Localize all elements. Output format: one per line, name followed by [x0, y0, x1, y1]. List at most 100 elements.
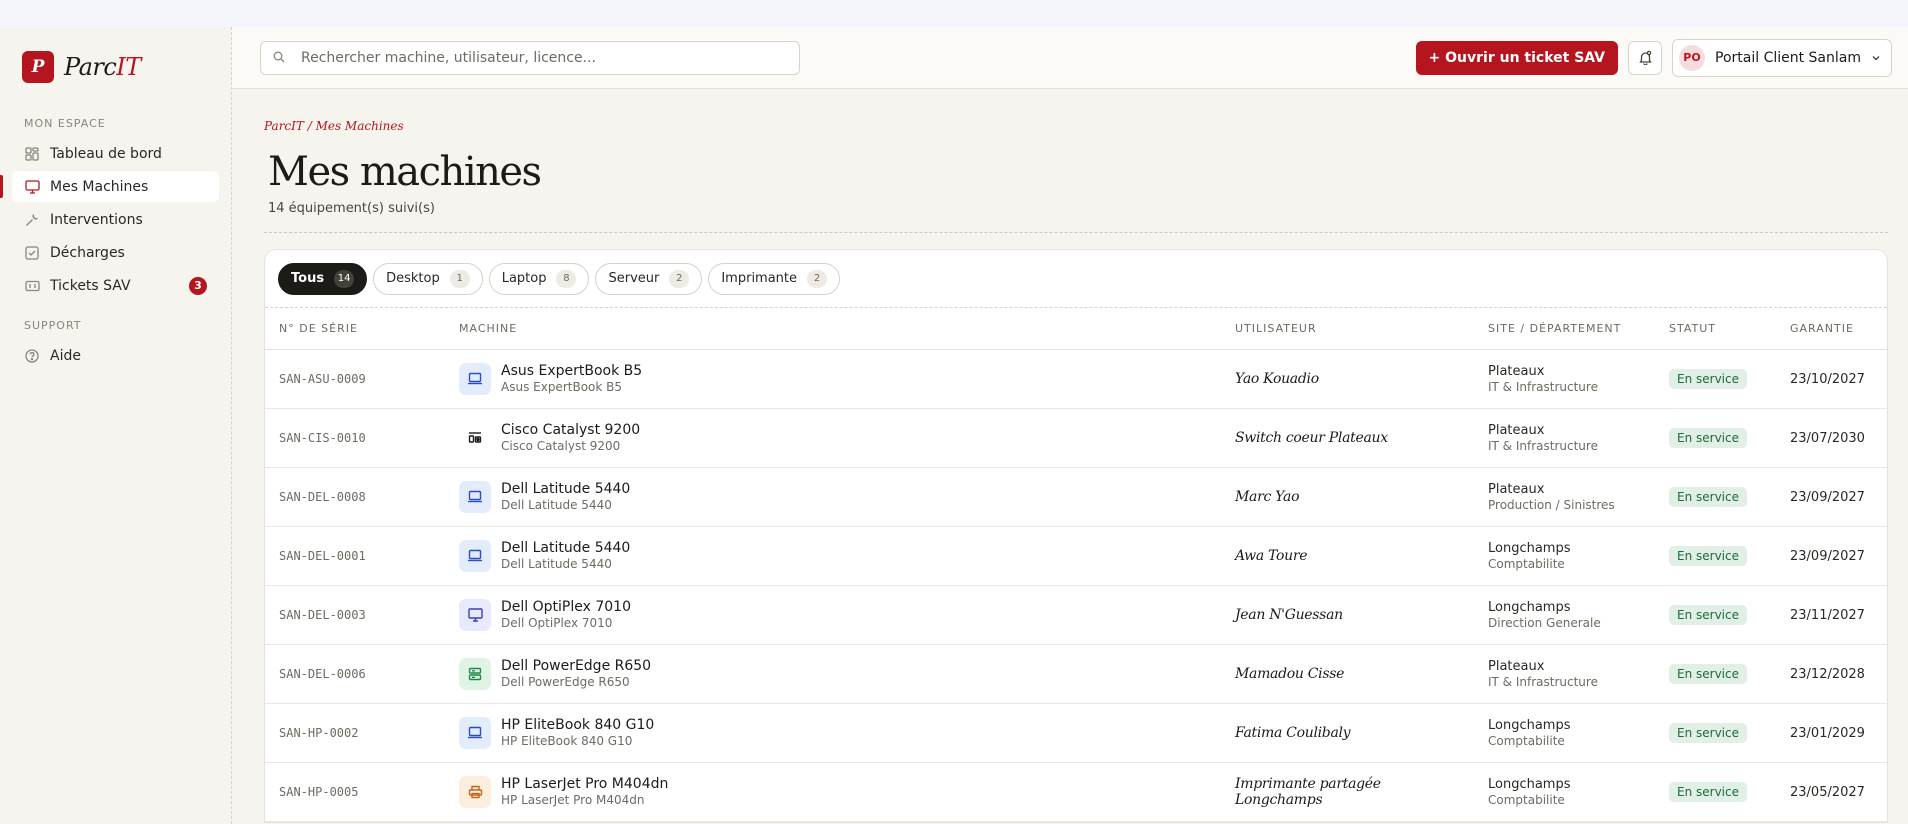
machine-name[interactable]: Dell Latitude 5440: [501, 481, 630, 497]
table-row[interactable]: SAN-DEL-0001 Dell Latitude 5440 Dell Latit…: [265, 526, 1887, 586]
warranty-cell: 23/07/2030: [1776, 408, 1887, 468]
column-header-machine[interactable]: Machine: [445, 308, 1221, 350]
serial-number: SAN-CIS-0010: [279, 430, 366, 445]
table-row[interactable]: SAN-HP-0002 HP EliteBook 840 G10 HP EliteB…: [265, 703, 1887, 763]
table-row[interactable]: SAN-DEL-0008 Dell Latitude 5440 Dell Latit…: [265, 467, 1887, 527]
sidebar-item-label: Décharges: [50, 244, 125, 261]
machine-name[interactable]: HP LaserJet Pro M404dn: [501, 776, 668, 792]
filter-tab-all[interactable]: Tous 14: [278, 262, 368, 295]
machine-info: HP EliteBook 840 G10 HP EliteBook 840 G10: [459, 716, 1207, 749]
site-cell: Plateaux IT & Infrastructure: [1474, 644, 1655, 704]
warranty-date: 23/09/2027: [1790, 548, 1865, 564]
table-row[interactable]: SAN-ASU-0009 Asus ExpertBook B5 Asus Exper…: [265, 349, 1887, 409]
warranty-cell: 23/01/2029: [1776, 703, 1887, 763]
table-row[interactable]: SAN-CIS-0010 Cisco Catalyst 9200 Cisco Cat…: [265, 408, 1887, 468]
filter-tab-printer[interactable]: Imprimante 2: [708, 262, 841, 295]
status-badge: En service: [1669, 486, 1747, 507]
site-cell: Plateaux IT & Infrastructure: [1474, 349, 1655, 409]
filter-tab-server[interactable]: Serveur 2: [595, 262, 703, 295]
status-cell: En service: [1655, 585, 1776, 645]
search-input[interactable]: [301, 49, 787, 66]
machine-name[interactable]: HP EliteBook 840 G10: [501, 717, 654, 733]
serial-number: SAN-DEL-0008: [279, 489, 366, 504]
sidebar-item-dashboard[interactable]: Tableau de bord: [12, 138, 219, 169]
divider: [264, 232, 1888, 233]
table-row[interactable]: SAN-HP-0005 HP LaserJet Pro M404dn HP Lase…: [265, 762, 1887, 822]
site-department: IT & Infrastructure: [1488, 674, 1598, 689]
brand-logo[interactable]: P ParcIT: [0, 51, 231, 83]
grid-icon: [24, 146, 40, 162]
site-name: Plateaux: [1488, 481, 1545, 497]
column-header-user[interactable]: Utilisateur: [1221, 308, 1474, 350]
breadcrumb[interactable]: ParcIT / Mes Machines: [264, 119, 1888, 133]
site-cell: Longchamps Comptabilite: [1474, 526, 1655, 586]
sidebar-item-help[interactable]: Aide: [12, 340, 219, 371]
page-title: Mes machines: [268, 149, 542, 195]
user-cell: Jean N'Guessan: [1221, 585, 1474, 645]
sidebar-item-tickets[interactable]: Tickets SAV 3: [12, 270, 219, 301]
serial-cell: SAN-ASU-0009: [265, 349, 445, 409]
machine-cell: Dell OptiPlex 7010 Dell OptiPlex 7010: [445, 585, 1221, 645]
account-name: Portail Client Sanlam: [1715, 49, 1861, 66]
machine-info: Dell Latitude 5440 Dell Latitude 5440: [459, 480, 1207, 513]
status-badge: En service: [1669, 604, 1747, 625]
topbar: + Ouvrir un ticket SAV PO Portail Client…: [232, 27, 1908, 89]
machine-info: Cisco Catalyst 9200 Cisco Catalyst 9200: [459, 422, 1207, 454]
column-header-warranty[interactable]: Garantie: [1776, 308, 1887, 350]
serial-number: SAN-HP-0002: [279, 725, 359, 740]
user-name: Jean N'Guessan: [1235, 606, 1343, 623]
column-header-serial[interactable]: N° de série: [265, 308, 445, 350]
machine-text: Cisco Catalyst 9200 Cisco Catalyst 9200: [501, 422, 640, 453]
machine-text: Dell PowerEdge R650 Dell PowerEdge R650: [501, 658, 651, 689]
sidebar-item-machines[interactable]: Mes Machines: [0, 171, 219, 202]
notifications-button[interactable]: [1628, 40, 1662, 75]
machine-info: Dell PowerEdge R650 Dell PowerEdge R650: [459, 657, 1207, 690]
column-header-site[interactable]: Site / Département: [1474, 308, 1655, 350]
machine-cell: Cisco Catalyst 9200 Cisco Catalyst 9200: [445, 408, 1221, 468]
machine-name[interactable]: Dell Latitude 5440: [501, 540, 630, 556]
monitor-icon: [24, 179, 40, 195]
machines-table: N° de série Machine Utilisateur Site / D…: [265, 308, 1887, 822]
brand-name-prefix: Parc: [64, 53, 117, 81]
status-badge: En service: [1669, 427, 1747, 448]
open-ticket-button[interactable]: + Ouvrir un ticket SAV: [1415, 40, 1618, 75]
table-row[interactable]: SAN-DEL-0006 Dell PowerEdge R650 Dell Powe…: [265, 644, 1887, 704]
sidebar-item-decharges[interactable]: Décharges: [12, 237, 219, 268]
checkbox-icon: [24, 245, 40, 261]
laptop-icon: [459, 716, 491, 749]
filter-label: Tous: [291, 271, 325, 286]
filter-count: 2: [807, 269, 828, 288]
warranty-cell: 23/10/2027: [1776, 349, 1887, 409]
user-name: Yao Kouadio: [1235, 370, 1319, 387]
printer-icon: [459, 775, 491, 808]
network-switch-icon: [459, 422, 491, 454]
filter-tab-desktop[interactable]: Desktop 1: [373, 262, 483, 295]
machine-info: Dell OptiPlex 7010 Dell OptiPlex 7010: [459, 598, 1207, 631]
filter-count: 2: [669, 269, 690, 288]
warranty-date: 23/09/2027: [1790, 489, 1865, 505]
machine-name[interactable]: Cisco Catalyst 9200: [501, 422, 640, 438]
table-row[interactable]: SAN-DEL-0003 Dell OptiPlex 7010 Dell OptiP…: [265, 585, 1887, 645]
site-department: IT & Infrastructure: [1488, 438, 1598, 453]
machine-name[interactable]: Dell PowerEdge R650: [501, 658, 651, 674]
filter-tab-laptop[interactable]: Laptop 8: [488, 262, 590, 295]
machine-cell: HP LaserJet Pro M404dn HP LaserJet Pro M4…: [445, 762, 1221, 822]
laptop-icon: [459, 362, 491, 395]
column-header-status[interactable]: Statut: [1655, 308, 1776, 350]
machine-name[interactable]: Dell OptiPlex 7010: [501, 599, 631, 615]
sidebar-item-interventions[interactable]: Interventions: [12, 204, 219, 235]
account-menu[interactable]: PO Portail Client Sanlam: [1672, 38, 1892, 77]
sidebar-item-label: Interventions: [50, 211, 143, 228]
serial-number: SAN-DEL-0006: [279, 666, 366, 681]
site-name: Longchamps: [1488, 717, 1571, 733]
machine-cell: Dell PowerEdge R650 Dell PowerEdge R650: [445, 644, 1221, 704]
user-cell: Mamadou Cisse: [1221, 644, 1474, 704]
site-cell: Longchamps Comptabilite: [1474, 703, 1655, 763]
machine-text: Dell Latitude 5440 Dell Latitude 5440: [501, 481, 630, 512]
user-name: Fatima Coulibaly: [1235, 724, 1351, 741]
machine-text: HP EliteBook 840 G10 HP EliteBook 840 G10: [501, 717, 654, 748]
filter-label: Imprimante: [721, 271, 798, 286]
search-box[interactable]: [260, 40, 800, 75]
machine-name[interactable]: Asus ExpertBook B5: [501, 363, 642, 379]
warranty-cell: 23/09/2027: [1776, 526, 1887, 586]
